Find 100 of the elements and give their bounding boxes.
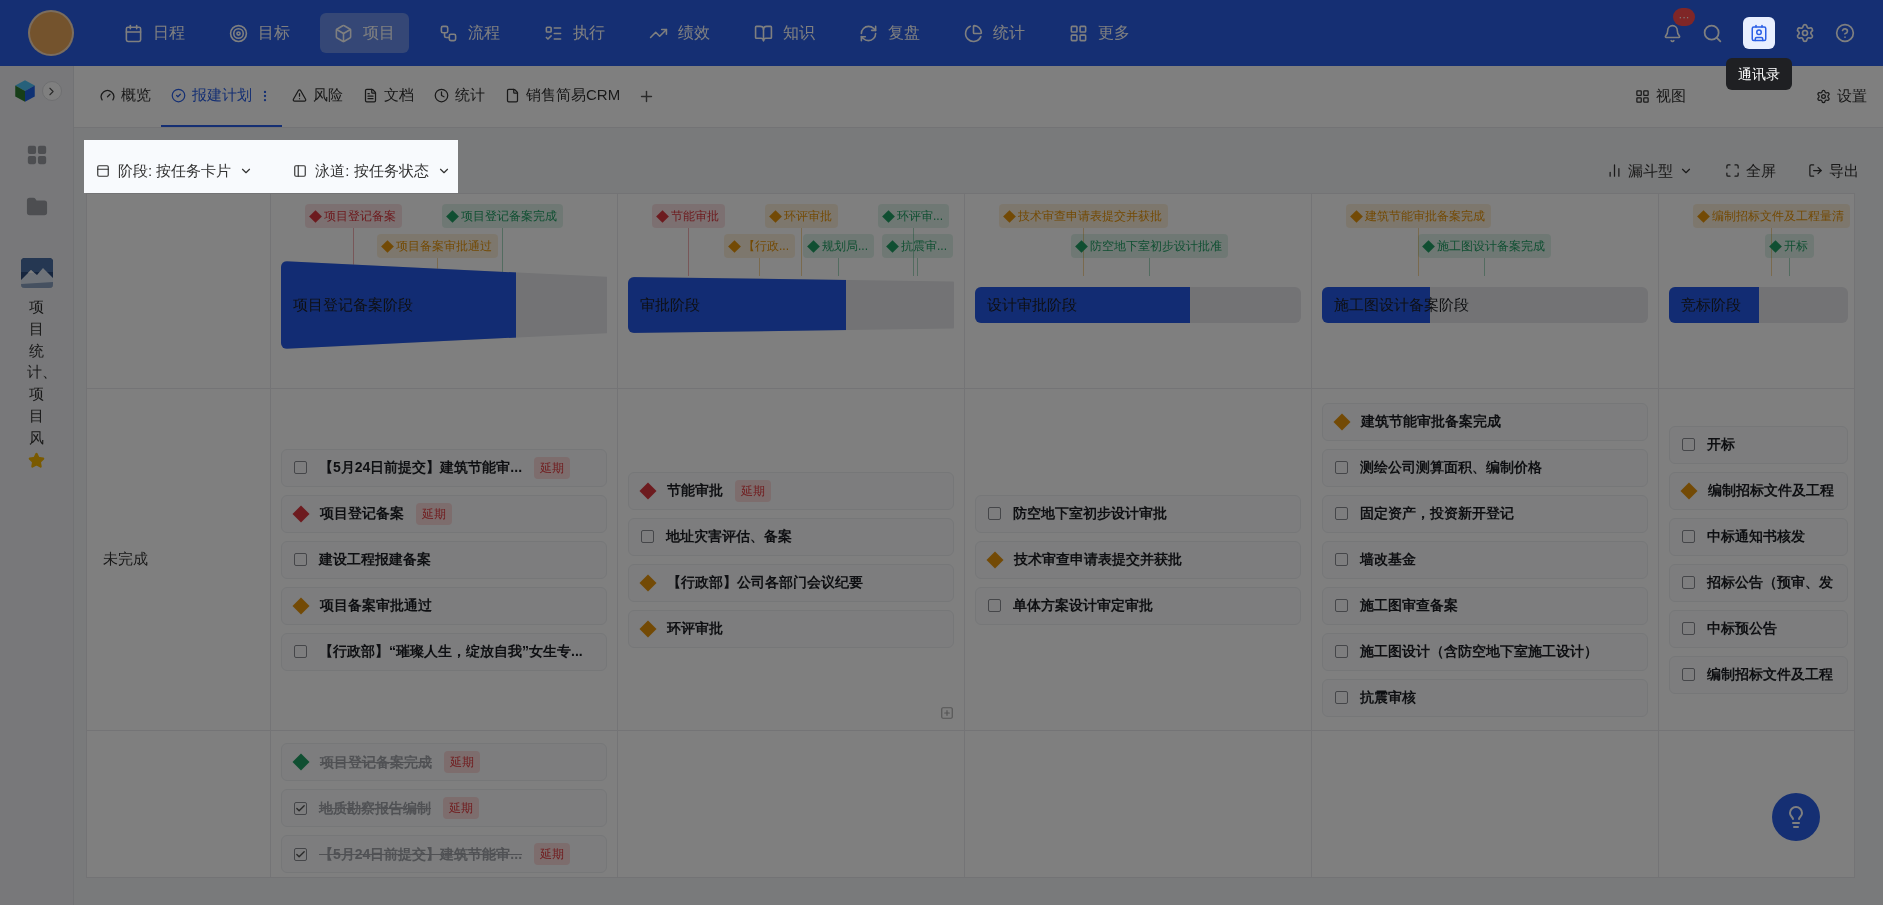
checkbox[interactable] (641, 530, 654, 543)
check-circle-icon (171, 88, 186, 103)
checkbox[interactable] (1335, 461, 1348, 474)
nav-item[interactable]: 知识 (740, 13, 829, 53)
tab[interactable]: 报建计划 (161, 66, 282, 127)
checkbox[interactable] (1682, 530, 1695, 543)
delay-badge: 延期 (443, 797, 479, 819)
task-title: 固定资产，投资新开登记 (1360, 504, 1514, 523)
task-card[interactable]: 中标预公告 (1669, 609, 1848, 648)
document-icon (363, 88, 378, 103)
contacts-button[interactable] (1743, 17, 1775, 49)
nav-item[interactable]: 目标 (215, 13, 304, 53)
fullscreen-button[interactable]: 全屏 (1725, 159, 1776, 182)
tab[interactable]: 统计 (424, 66, 495, 127)
tab[interactable]: 概览 (90, 66, 161, 127)
add-card-icon[interactable] (940, 706, 954, 720)
task-title: 编制招标文件及工程 (1708, 481, 1834, 500)
task-card[interactable]: 编制招标文件及工程 (1669, 655, 1848, 694)
task-card[interactable]: 编制招标文件及工程 (1669, 471, 1848, 510)
nav-item[interactable]: 复盘 (845, 13, 934, 53)
apps-icon[interactable] (25, 144, 48, 166)
checkbox[interactable] (1335, 645, 1348, 658)
tab[interactable]: 文档 (353, 66, 424, 127)
task-card[interactable]: 项目备案审批通过 (281, 586, 607, 625)
task-card[interactable]: 测绘公司测算面积、编制价格 (1322, 448, 1648, 487)
checkbox[interactable] (1682, 438, 1695, 451)
nav-item[interactable]: 更多 (1055, 13, 1144, 53)
task-card[interactable]: 环评审批 (628, 609, 954, 648)
refresh-icon (859, 23, 878, 43)
task-card[interactable]: 项目登记备案 延期 (281, 494, 607, 533)
checkbox[interactable] (294, 461, 307, 474)
task-card[interactable]: 地址灾害评估、备案 (628, 517, 954, 556)
help-icon[interactable] (1835, 23, 1855, 43)
checkbox[interactable] (294, 553, 307, 566)
bell-icon[interactable] (1663, 23, 1682, 43)
file-icon (505, 88, 520, 103)
checkbox[interactable] (988, 507, 1001, 520)
export-icon (1808, 163, 1823, 179)
task-title: 【行政部】“璀璨人生，绽放自我”女生专... (319, 642, 583, 661)
task-card[interactable]: 抗震审核 (1322, 678, 1648, 717)
checkbox[interactable] (294, 801, 307, 815)
folder-icon[interactable] (25, 196, 48, 218)
checkbox[interactable] (294, 847, 307, 861)
export-button[interactable]: 导出 (1808, 159, 1859, 182)
star-icon[interactable] (28, 452, 45, 470)
task-title: 【行政部】公司各部门会议纪要 (667, 573, 863, 592)
task-title: 项目登记备案 (320, 504, 404, 523)
nav-item[interactable]: 统计 (950, 13, 1039, 53)
checkbox[interactable] (1682, 622, 1695, 635)
task-card[interactable]: 单体方案设计审定审批 (975, 586, 1301, 625)
view-button[interactable]: 视图 (1635, 85, 1686, 108)
checkbox[interactable] (1682, 668, 1695, 681)
chart-type-dropdown[interactable]: 漏斗型 (1607, 159, 1693, 182)
task-card[interactable]: 【5月24日前提交】建筑节能审... 延期 (281, 448, 607, 487)
checkbox[interactable] (1335, 507, 1348, 520)
task-card[interactable]: 建筑节能审批备案完成 (1322, 402, 1648, 441)
task-card[interactable]: 施工图设计（含防空地下室施工设计） (1322, 632, 1648, 671)
settings-button[interactable]: 设置 (1816, 85, 1867, 108)
task-card[interactable]: 开标 (1669, 425, 1848, 464)
task-title: 项目备案审批通过 (320, 596, 432, 615)
clock-icon (434, 88, 449, 103)
task-card[interactable]: 【行政部】公司各部门会议纪要 (628, 563, 954, 602)
task-card[interactable]: 【行政部】“璀璨人生，绽放自我”女生专... (281, 632, 607, 671)
checkbox[interactable] (1682, 576, 1695, 589)
task-card[interactable]: 节能审批 延期 (628, 471, 954, 510)
search-icon[interactable] (1702, 22, 1723, 44)
task-card[interactable]: 施工图审查备案 (1322, 586, 1648, 625)
checkbox[interactable] (1335, 553, 1348, 566)
checkbox[interactable] (988, 599, 1001, 612)
task-title: 环评审批 (667, 619, 723, 638)
tab[interactable]: 风险 (282, 66, 353, 127)
project-title[interactable]: 项目统计、项目风 (26, 296, 47, 449)
task-card[interactable]: 墙改基金 (1322, 540, 1648, 579)
stage-name: 项目登记备案阶段 (292, 294, 413, 315)
task-card[interactable]: 招标公告（预审、发 (1669, 563, 1848, 602)
task-title: 开标 (1707, 435, 1735, 454)
tooltip: 通讯录 (1726, 58, 1792, 90)
task-card[interactable]: 建设工程报建备案 (281, 540, 607, 579)
task-card[interactable]: 中标通知书核发 (1669, 517, 1848, 556)
contacts-icon (1750, 24, 1768, 42)
task-title: 墙改基金 (1360, 550, 1416, 569)
checkbox[interactable] (1335, 599, 1348, 612)
pie-chart-icon (964, 23, 983, 43)
task-card[interactable]: 固定资产，投资新开登记 (1322, 494, 1648, 533)
tab[interactable]: 销售简易CRM (495, 66, 631, 127)
checkbox[interactable] (1335, 691, 1348, 704)
nav-item[interactable]: 日程 (110, 13, 199, 53)
nav-item[interactable]: 绩效 (635, 13, 724, 53)
checkbox[interactable] (294, 645, 307, 658)
avatar[interactable] (28, 10, 74, 56)
grouping-dropdown[interactable]: 阶段: 按任务卡片 (96, 159, 254, 182)
settings-icon[interactable] (1795, 23, 1815, 43)
task-card[interactable]: 技术审查申请表提交并获批 (975, 540, 1301, 579)
expand-button[interactable] (41, 81, 62, 101)
task-card[interactable]: 防空地下室初步设计审批 (975, 494, 1301, 533)
grouping-dropdown[interactable]: 泳道: 按任务状态 (293, 159, 451, 182)
nav-item[interactable]: 流程 (425, 13, 514, 53)
stage-name: 竞标阶段 (1680, 294, 1741, 315)
nav-item[interactable]: 执行 (530, 13, 619, 53)
checklist-icon (544, 23, 563, 43)
